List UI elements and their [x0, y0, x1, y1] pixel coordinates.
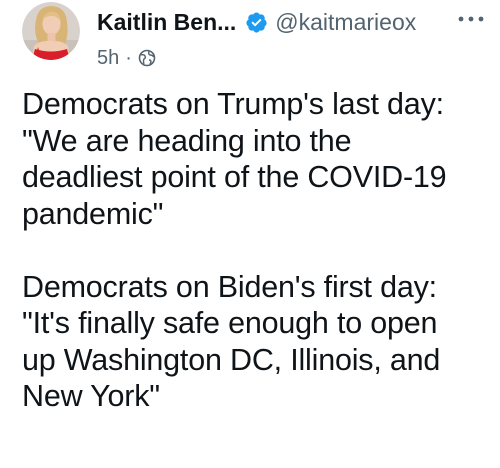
timestamp[interactable]: 5h [97, 47, 119, 70]
tweet-header: Kaitlin Ben... @kaitmarieox 5h · [97, 4, 486, 74]
avatar-image [22, 2, 80, 60]
tweet-meta: 5h · [97, 44, 156, 72]
verified-badge-icon [245, 11, 268, 34]
more-horizontal-icon[interactable] [456, 12, 486, 24]
meta-separator: · [125, 46, 132, 69]
tweet-text: Democrats on Trump's last day: "We are h… [22, 86, 492, 415]
author-handle[interactable]: @kaitmarieox [275, 9, 416, 36]
globe-icon[interactable] [138, 49, 156, 67]
avatar[interactable] [22, 2, 80, 60]
author-display-name[interactable]: Kaitlin Ben... [97, 9, 236, 36]
tweet-paragraph: Democrats on Trump's last day: "We are h… [22, 87, 447, 231]
author-row: Kaitlin Ben... @kaitmarieox [97, 4, 416, 40]
tweet-paragraph: Democrats on Biden's first day: "It's fi… [22, 269, 441, 414]
tweet[interactable]: Kaitlin Ben... @kaitmarieox 5h · Democra… [0, 0, 500, 468]
